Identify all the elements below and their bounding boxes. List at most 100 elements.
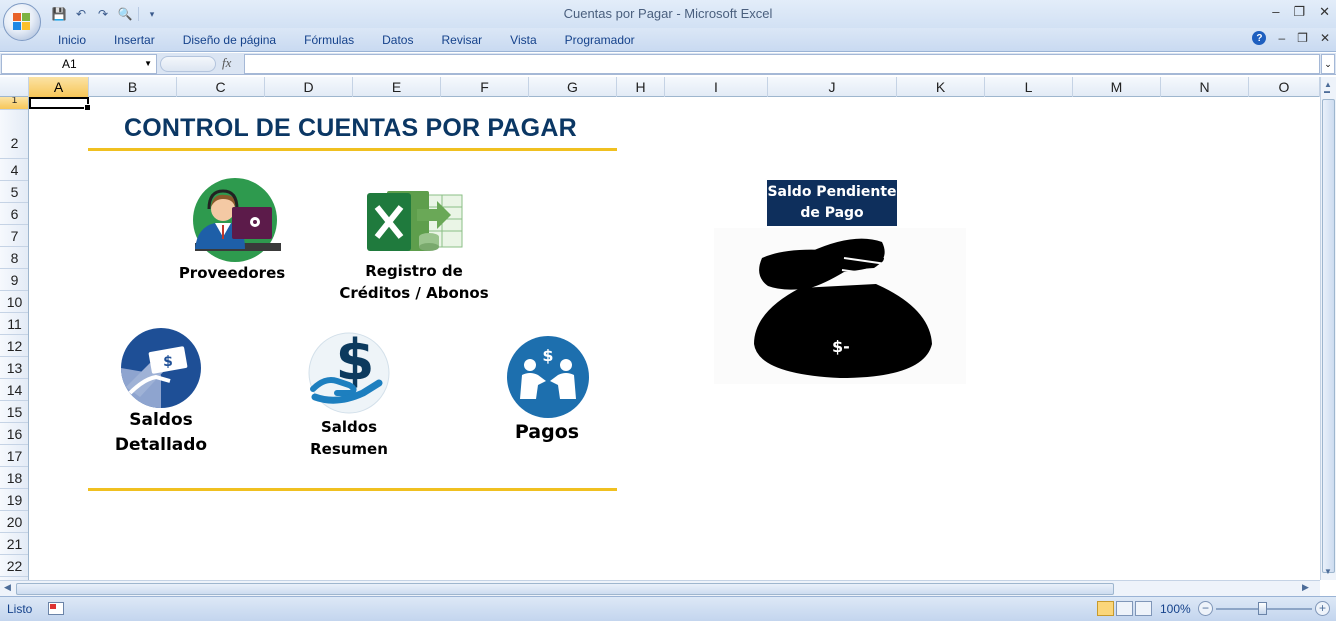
formula-controls: fx — [160, 54, 244, 74]
scroll-up-icon[interactable]: ▲ — [1324, 80, 1332, 89]
column-header-g[interactable]: G — [529, 77, 617, 97]
active-cell-selection[interactable] — [29, 97, 91, 111]
row-header[interactable]: 16 — [0, 423, 28, 445]
scroll-left-icon[interactable]: ◀ — [4, 582, 11, 593]
name-box-value: A1 — [62, 57, 77, 71]
row-header[interactable]: 13 — [0, 357, 28, 379]
tab-datos[interactable]: Datos — [368, 33, 427, 47]
column-header-o[interactable]: O — [1249, 77, 1320, 97]
status-text: Listo — [7, 602, 33, 616]
tab-diseno-pagina[interactable]: Diseño de página — [169, 33, 290, 47]
row-header[interactable]: 22 — [0, 555, 28, 577]
close-button[interactable]: ✕ — [1319, 4, 1330, 20]
bottom-divider — [88, 488, 617, 491]
cash-payment-icon: $ — [121, 328, 201, 408]
help-icon[interactable]: ? — [1252, 31, 1267, 45]
zoom-in-icon[interactable]: + — [1315, 601, 1330, 616]
proveedores-label: Proveedores — [178, 264, 286, 282]
row-header[interactable]: 17 — [0, 445, 28, 467]
select-all-corner[interactable] — [0, 77, 29, 97]
payment-exchange-icon: $ — [507, 336, 589, 418]
workbook-controls: ? – ❐ ✕ — [1252, 31, 1330, 45]
saldos-detallado-button[interactable]: $ Saldos Detallado — [111, 327, 211, 462]
zoom-out-icon[interactable]: − — [1198, 601, 1213, 616]
registro-label-line1: Registro de — [365, 262, 463, 280]
scroll-down-icon[interactable]: ▼ — [1324, 567, 1332, 576]
column-header-l[interactable]: L — [985, 77, 1073, 97]
column-header-b[interactable]: B — [89, 77, 177, 97]
row-header[interactable]: 8 — [0, 247, 28, 269]
office-button[interactable] — [3, 3, 41, 41]
minimize-button[interactable]: – — [1272, 4, 1279, 20]
column-header-h[interactable]: H — [617, 77, 665, 97]
scroll-right-icon[interactable]: ▶ — [1302, 582, 1309, 593]
workbook-minimize-button[interactable]: – — [1278, 31, 1285, 45]
worksheet[interactable]: CONTROL DE CUENTAS POR PAGAR Proveedores — [29, 97, 1320, 580]
svg-text:$: $ — [542, 346, 553, 365]
row-header[interactable]: 5 — [0, 181, 28, 203]
row-header[interactable]: 19 — [0, 489, 28, 511]
insert-function-button[interactable]: fx — [222, 55, 231, 71]
column-header-c[interactable]: C — [177, 77, 265, 97]
page-layout-view-icon[interactable] — [1116, 601, 1133, 616]
row-header[interactable]: 9 — [0, 269, 28, 291]
tab-insertar[interactable]: Insertar — [100, 33, 169, 47]
registro-creditos-abonos-button[interactable]: Registro de Créditos / Abonos — [339, 185, 489, 305]
row-header[interactable]: 14 — [0, 379, 28, 401]
tab-inicio[interactable]: Inicio — [44, 33, 100, 47]
row-header[interactable]: 12 — [0, 335, 28, 357]
workbook-restore-button[interactable]: ❐ — [1297, 31, 1308, 45]
tab-revisar[interactable]: Revisar — [427, 33, 496, 47]
status-bar: Listo 100% − + — [0, 596, 1336, 621]
dollar-hand-icon: $ — [308, 328, 390, 414]
macro-record-icon[interactable] — [48, 602, 64, 615]
formula-input[interactable] — [244, 54, 1320, 74]
column-header-m[interactable]: M — [1073, 77, 1161, 97]
column-header-k[interactable]: K — [897, 77, 985, 97]
workbook-close-button[interactable]: ✕ — [1320, 31, 1330, 45]
tab-vista[interactable]: Vista — [496, 33, 550, 47]
column-header-n[interactable]: N — [1161, 77, 1249, 97]
chevron-down-icon[interactable]: ▼ — [144, 55, 152, 73]
tab-programador[interactable]: Programador — [551, 33, 649, 47]
restore-button[interactable]: ❐ — [1293, 4, 1305, 20]
pagos-button[interactable]: $ Pagos — [497, 335, 597, 445]
zoom-slider-thumb[interactable] — [1258, 602, 1267, 615]
row-header[interactable]: 6 — [0, 203, 28, 225]
split-handle-icon[interactable]: ▬ — [1324, 89, 1330, 95]
zoom-level[interactable]: 100% — [1160, 602, 1191, 616]
column-header-d[interactable]: D — [265, 77, 353, 97]
normal-view-icon[interactable] — [1097, 601, 1114, 616]
column-header-e[interactable]: E — [353, 77, 441, 97]
horizontal-scroll-thumb[interactable] — [16, 583, 1114, 595]
row-header[interactable]: 15 — [0, 401, 28, 423]
column-header-j[interactable]: J — [768, 77, 897, 97]
proveedores-button[interactable]: Proveedores — [177, 177, 287, 287]
row-header[interactable]: 20 — [0, 511, 28, 533]
row-header[interactable]: 4 — [0, 159, 28, 181]
saldo-header-line2: de Pago — [800, 205, 864, 221]
column-header-a[interactable]: A — [29, 77, 89, 97]
row-header[interactable]: 10 — [0, 291, 28, 313]
saldos-resumen-button[interactable]: $ Saldos Resumen — [299, 323, 399, 463]
row-header[interactable]: 21 — [0, 533, 28, 555]
row-header[interactable]: 1 — [0, 97, 28, 110]
column-header-i[interactable]: I — [665, 77, 768, 97]
saldo-header-line1: Saldo Pendiente — [767, 184, 897, 200]
row-header[interactable]: 11 — [0, 313, 28, 335]
column-header-f[interactable]: F — [441, 77, 529, 97]
row-header[interactable]: 2 — [0, 110, 28, 159]
expand-formula-bar-button[interactable]: ⌄ — [1321, 54, 1335, 74]
svg-text:$: $ — [163, 354, 173, 370]
row-header[interactable]: 7 — [0, 225, 28, 247]
title-bar: 💾 ↶ ↷ 🔍 ▾ Cuentas por Pagar - Microsoft … — [0, 0, 1336, 28]
tab-formulas[interactable]: Fórmulas — [290, 33, 368, 47]
horizontal-scrollbar[interactable]: ◀ ▶ — [0, 580, 1320, 596]
vertical-scrollbar[interactable]: ▲ ▬ ▼ — [1320, 77, 1336, 580]
saldo-pendiente-header: Saldo Pendiente de Pago — [767, 180, 897, 226]
row-header[interactable]: 18 — [0, 467, 28, 489]
vertical-scroll-thumb[interactable] — [1322, 99, 1335, 573]
name-box[interactable]: A1 ▼ — [1, 54, 157, 74]
saldos-detallado-label-line2: Detallado — [114, 435, 208, 455]
page-break-view-icon[interactable] — [1135, 601, 1152, 616]
